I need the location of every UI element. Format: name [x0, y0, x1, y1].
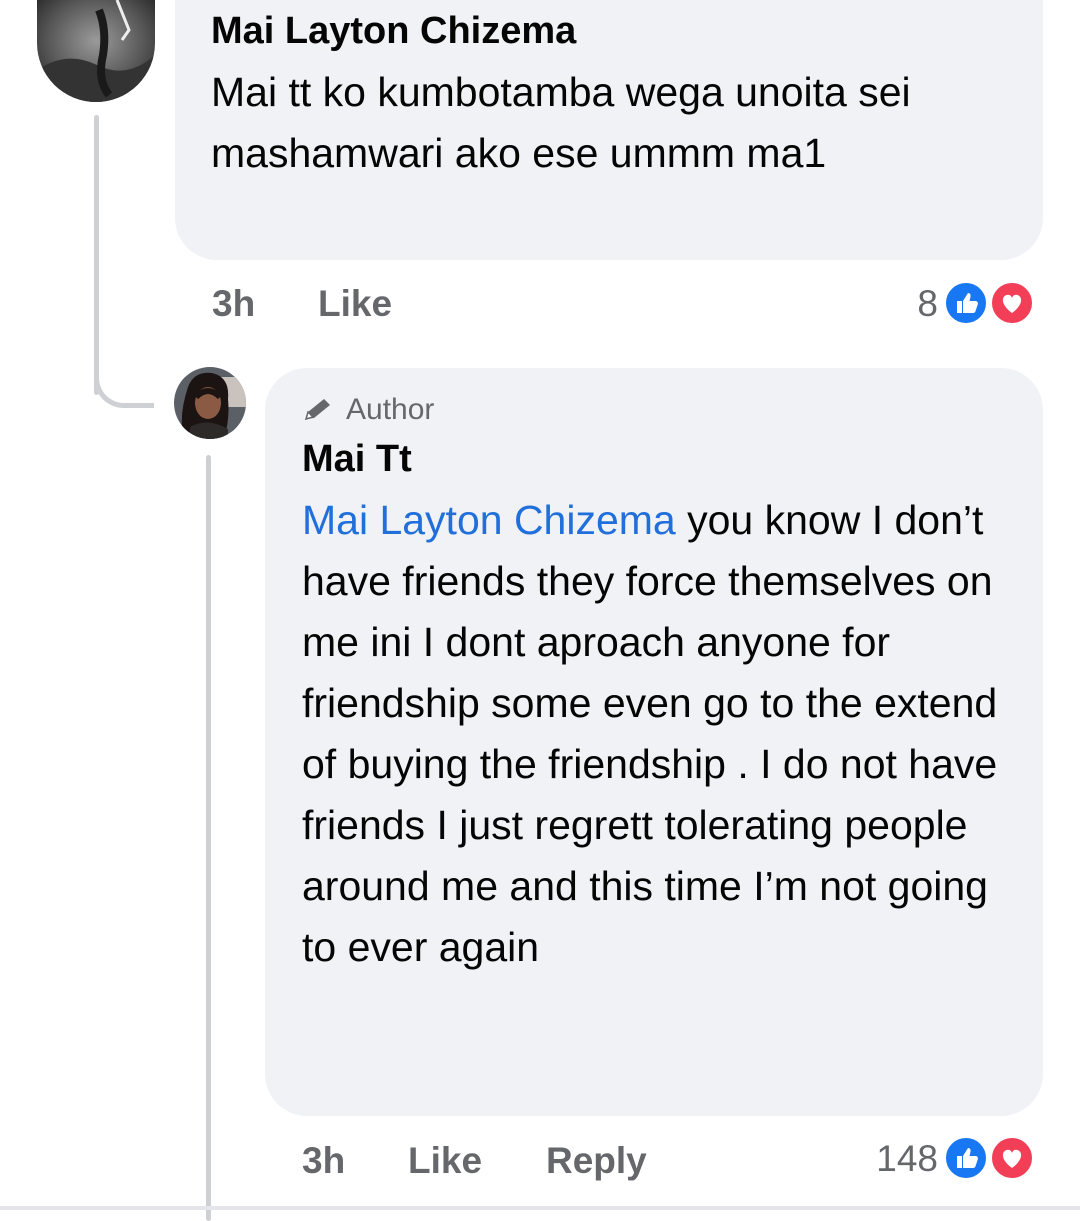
- comment-timestamp[interactable]: 3h: [302, 1140, 345, 1182]
- love-reaction-icon: [981, 1136, 1045, 1180]
- comment-author-name[interactable]: Mai Tt: [302, 436, 412, 482]
- comment-text: Mai Layton Chizema you know I don’t have…: [302, 490, 1012, 978]
- author-badge-label: Author: [346, 393, 435, 426]
- like-button[interactable]: Like: [318, 283, 392, 325]
- reaction-count[interactable]: 8: [880, 283, 938, 325]
- comment-text: Mai tt ko kumbotamba wega unoita sei mas…: [211, 69, 911, 176]
- thread-line-reply: [206, 455, 211, 1221]
- mention-link[interactable]: Mai Layton Chizema: [302, 497, 676, 543]
- avatar-photo-icon: [174, 367, 246, 439]
- divider: [0, 1206, 1080, 1210]
- reaction-count[interactable]: 148: [838, 1138, 938, 1180]
- avatar[interactable]: [37, 0, 155, 102]
- love-reaction-icon: [981, 281, 1045, 325]
- comment-body: you know I don’t have friends they force…: [302, 497, 998, 970]
- thread-line-curve: [94, 350, 154, 408]
- pencil-icon: [304, 399, 330, 421]
- comment-timestamp[interactable]: 3h: [212, 283, 255, 325]
- avatar[interactable]: [174, 367, 246, 439]
- author-badge: Author: [302, 393, 434, 427]
- comment-author-name[interactable]: Mai Layton Chizema: [211, 8, 576, 54]
- avatar-photo-icon: [37, 0, 155, 102]
- like-button[interactable]: Like: [408, 1140, 482, 1182]
- reply-button[interactable]: Reply: [546, 1140, 647, 1182]
